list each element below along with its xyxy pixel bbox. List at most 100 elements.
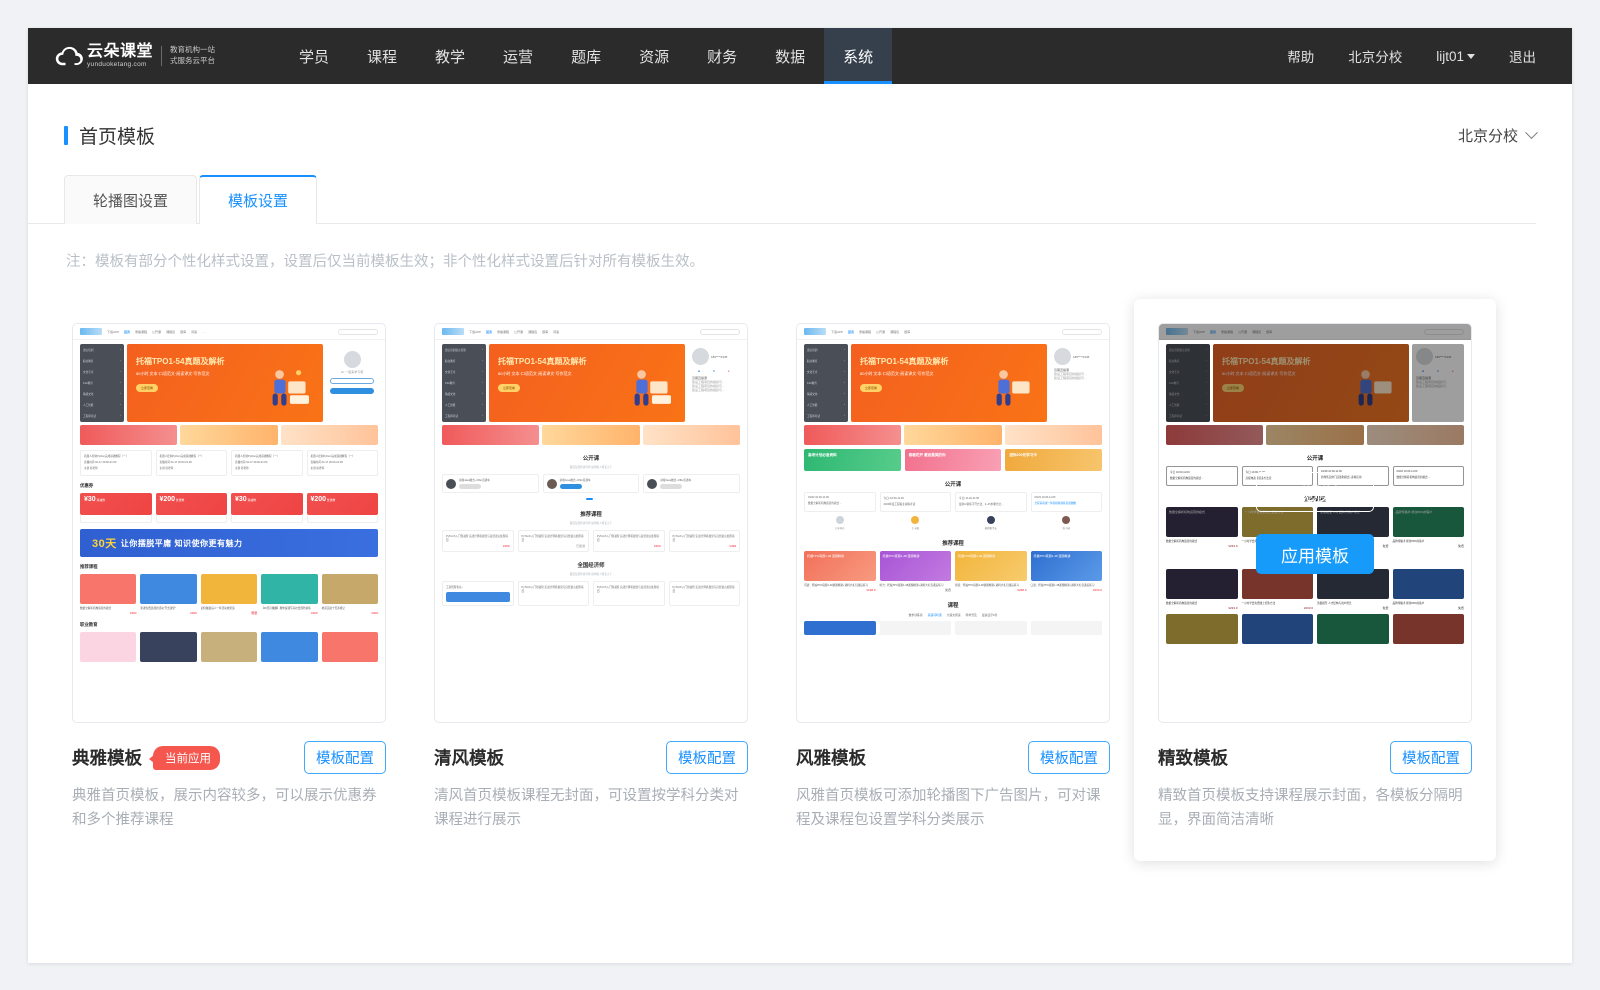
- mini-teacher-card: 前端Java图式~Offer直通车: [543, 474, 640, 493]
- mini-coupon: ¥200 优惠券: [156, 493, 228, 515]
- mini-course-card: 托福TPO真题1-48 逐题精讲听力：托福TPO真题1-48逐题精讲+资料大礼包…: [880, 551, 952, 592]
- mini-course-card: 新课免费送课的活动"开式课堂"¥300: [140, 574, 196, 615]
- template-thumbnail[interactable]: 下载APP 首页 录播课程 公开课 课程包 题库 语言培训语言培训›职业教育› …: [1158, 323, 1472, 723]
- mini-nav-link: 下载APP: [831, 330, 843, 334]
- tab-carousel-settings[interactable]: 轮播图设置: [64, 175, 197, 224]
- mini-nav-recorded: 录播课程: [859, 330, 871, 334]
- user-menu[interactable]: lijt01: [1436, 49, 1475, 64]
- nav-item-students[interactable]: 学员: [280, 28, 348, 84]
- mini-course-card: PyTorch入门到进阶 实战计算机视觉与自然语言处理项目¥499: [442, 530, 514, 552]
- title-accent-bar: [64, 126, 68, 145]
- mini-category-menu: 语言培训›职业教育› 文化艺术›K12教育› 情感文化›人工智能› 工程师考试›: [80, 344, 124, 422]
- mini-live-card: 04/23 10:00-11:00全程系真课一师易模拟训练直观图像: [1031, 492, 1103, 512]
- mini-user-panel: 180****2345 ■★● 近期直播课 建设工程项目的组织与... 建设工程…: [688, 344, 740, 422]
- mini-banner-illustration: [981, 364, 1033, 416]
- mini-course-card: 托福TPO真题1-48 逐题精讲词语：托福TPO真题1-48逐题精讲+资料大礼包…: [804, 551, 876, 592]
- help-link[interactable]: 帮助: [1287, 46, 1314, 66]
- cloud-logo-icon: [54, 45, 86, 67]
- mini-course-card: PyTorch入门到进阶 实战计算机视觉与自然语言处理项目: [669, 581, 741, 606]
- mini-user-panel: Hi, 一起来学习吧: [326, 344, 378, 422]
- template-name: 风雅模板: [796, 745, 866, 770]
- template-card-fengya[interactable]: 下载APP 首页 录播课程 公开课 课程包 题库 语言培训›职业教育› 文化艺术…: [772, 299, 1134, 861]
- nav-item-operations[interactable]: 运营: [484, 28, 552, 84]
- mini-ad-2: [904, 425, 1001, 445]
- logo-divider: [161, 46, 162, 66]
- mini-avatar-icon: [344, 351, 361, 368]
- template-config-button[interactable]: 模板配置: [666, 741, 748, 774]
- mini-register-button: [330, 388, 374, 394]
- nav-item-finance[interactable]: 财务: [688, 28, 756, 84]
- tab-template-settings[interactable]: 模板设置: [199, 175, 317, 224]
- mini-ad-1: [442, 425, 539, 445]
- template-thumbnail[interactable]: 下载APP 首页 录播课程 公开课 课程包 题库 问答 ··· 语言培训›: [72, 323, 386, 723]
- mini-nav-public: 公开课: [876, 330, 885, 334]
- note-text: 注：模板有部分个性化样式设置，设置后仅当前模板生效；非个性化样式设置后针对所有模…: [28, 224, 1572, 271]
- mini-course-card: [201, 632, 257, 662]
- template-card-jingzhi[interactable]: 下载APP 首页 录播课程 公开课 课程包 题库 语言培训语言培训›职业教育› …: [1134, 299, 1496, 861]
- branch-selector[interactable]: 北京分校: [1458, 125, 1536, 146]
- mini-course-card: [804, 621, 876, 635]
- nav-item-courses[interactable]: 课程: [348, 28, 416, 84]
- template-config-button[interactable]: 模板配置: [304, 741, 386, 774]
- template-hover-overlay: 预览模板 应用模板: [1159, 324, 1471, 722]
- template-card-meta: 精致模板 模板配置 精致首页模板支持课程展示封面，各模板分隔明显，界面简洁清晰: [1158, 723, 1472, 833]
- mini-promo-2: 春暖花开 邂逅最美的你: [905, 449, 1002, 471]
- template-name: 精致模板: [1158, 745, 1228, 770]
- template-name: 清风模板: [434, 745, 504, 770]
- mini-section-public-class: 公开课: [442, 454, 740, 462]
- mini-nav-recorded: 录播课程: [135, 330, 147, 334]
- mini-course-card: 地道英语十天养成记¥300: [322, 574, 378, 615]
- mini-nav-qa: 问答: [191, 330, 197, 334]
- mini-live-card: 04/23 10:00-11:00数据全解析机构运营的模式...: [804, 492, 876, 512]
- user-name: lijt01: [1436, 49, 1464, 64]
- mini-section-coupons: 优惠券: [80, 483, 378, 489]
- nav-item-data[interactable]: 数据: [756, 28, 824, 84]
- mini-course-card: [80, 632, 136, 662]
- template-card-meta: 典雅模板 当前应用 模板配置 典雅首页模板，展示内容较多，可以展示优惠券和多个推…: [72, 723, 386, 833]
- mini-ad-2: [180, 425, 277, 445]
- mini-nav-pack: 课程包: [890, 330, 899, 334]
- template-name: 典雅模板: [72, 745, 142, 770]
- mini-course-card: PyTorch入门到进阶 实战计算机视觉与自然语言处理项目¥499: [593, 530, 665, 552]
- mini-section-course: 课程: [804, 601, 1102, 609]
- mini-teacher: 九年同志: [804, 516, 876, 530]
- template-config-button[interactable]: 模板配置: [1390, 741, 1472, 774]
- mini-course-card: 数据全解析机构运营的模式¥300: [80, 574, 136, 615]
- mini-banner-button: 立即查看: [498, 384, 520, 392]
- branch-label[interactable]: 北京分校: [1348, 46, 1402, 66]
- template-thumbnail[interactable]: 下载APP 首页 录播课程 公开课 课程包 题库 语言培训›职业教育› 文化艺术…: [796, 323, 1110, 723]
- mini-logo-icon: [442, 328, 464, 335]
- brand-domain: yunduoketang.com: [87, 62, 153, 69]
- template-description: 风雅首页模板可添加轮播图下广告图片，可对课程及课程包设置学科分类展示: [796, 785, 1110, 833]
- mini-coupon: ¥200 优惠券: [307, 493, 379, 515]
- template-description: 典雅首页模板，展示内容较多，可以展示优惠券和多个推荐课程: [72, 785, 386, 833]
- logout-link[interactable]: 退出: [1509, 46, 1536, 66]
- nav-item-resources[interactable]: 资源: [620, 28, 688, 84]
- mini-nav-qbank: 题库: [180, 330, 186, 334]
- preview-template-button[interactable]: 预览模板: [1256, 472, 1374, 512]
- mini-course-card: PyTorch入门到进阶 实战计算机视觉与自然语言处理项目: [518, 581, 590, 606]
- template-config-button[interactable]: 模板配置: [1028, 741, 1110, 774]
- template-description: 清风首页模板课程无封面，可设置按学科分类对课程进行展示: [434, 785, 748, 833]
- mini-user-panel: 180****2345 近期直播课 建设工程项目的组织与... 建设工程项目的组…: [1050, 344, 1102, 422]
- template-card-qingfeng[interactable]: 下载APP 首页 录播课程 公开课 课程包 题库 问答 语言培训语言培训›职业教…: [410, 299, 772, 861]
- nav-item-system[interactable]: 系统: [824, 28, 892, 84]
- mini-course-card: [880, 621, 952, 635]
- tab-bar: 轮播图设置 模板设置: [28, 156, 1536, 224]
- nav-item-teaching[interactable]: 教学: [416, 28, 484, 84]
- brand-logo[interactable]: 云朵课堂 yunduoketang.com 教育机构一站 式服务云平台: [28, 28, 238, 84]
- mini-search-box: [700, 329, 740, 335]
- template-card-dianya[interactable]: 下载APP 首页 录播课程 公开课 课程包 题库 问答 ··· 语言培训›: [48, 299, 410, 861]
- apply-template-button[interactable]: 应用模板: [1256, 534, 1374, 574]
- mini-course-card: PyTorch入门到进阶 实战计算机视觉与自然语言处理项目¥499: [669, 530, 741, 552]
- template-thumbnail[interactable]: 下载APP 首页 录播课程 公开课 课程包 题库 问答 语言培训语言培训›职业教…: [434, 323, 748, 723]
- mini-nav-pack: 课程包: [528, 330, 537, 334]
- mini-nav-qbank: 题库: [904, 330, 910, 334]
- mini-live-card: 机器人控制Python完成基础教程（一）直播时间 04-17 20:00-21:…: [80, 450, 152, 476]
- mini-live-card: 机器人控制Python完成基础教程（一）直播时间 04-17 20:00-21:…: [307, 450, 379, 476]
- mini-section-public-class: 公开课: [804, 480, 1102, 488]
- nav-item-question-bank[interactable]: 题库: [552, 28, 620, 84]
- mini-ad-2: [542, 425, 639, 445]
- mini-section-recommended: 推荐课程: [804, 539, 1102, 547]
- template-card-meta: 风雅模板 模板配置 风雅首页模板可添加轮播图下广告图片，可对课程及课程包设置学科…: [796, 723, 1110, 833]
